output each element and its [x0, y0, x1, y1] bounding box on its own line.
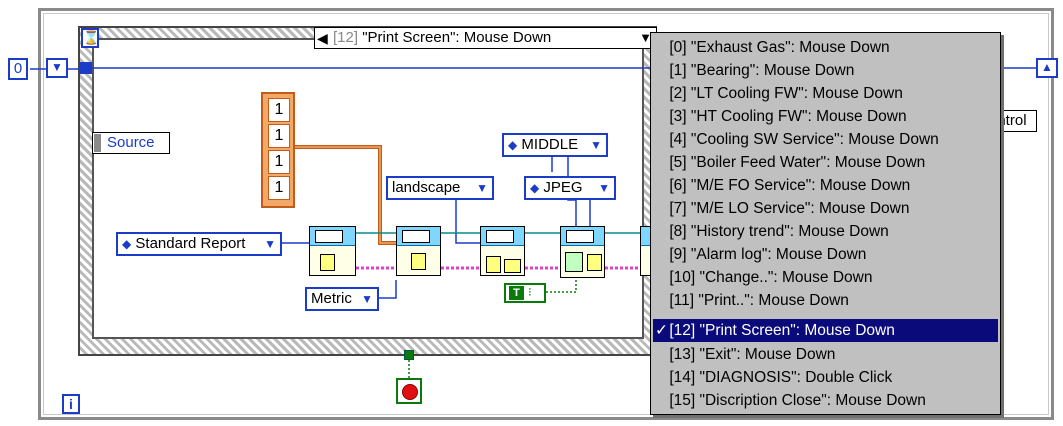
shift-register-left-icon[interactable]: ▼ — [46, 58, 68, 78]
menu-item[interactable]: [3] "HT Cooling FW": Mouse Down — [653, 105, 998, 128]
updown-icon: ◆ — [122, 237, 132, 251]
units-value: Metric — [311, 290, 352, 307]
menu-item[interactable]: [2] "LT Cooling FW": Mouse Down — [653, 82, 998, 105]
updown-icon: ◆ — [530, 181, 540, 195]
event-tunnel-left — [80, 62, 92, 74]
source-label: Source — [107, 134, 155, 151]
subvi-body — [481, 246, 524, 275]
shift-register-right-icon[interactable]: ▲ — [1036, 58, 1058, 78]
image-icon — [565, 252, 583, 272]
menu-item[interactable]: [13] "Exit": Mouse Down — [653, 343, 998, 366]
chevron-down-icon[interactable]: ▼ — [361, 289, 373, 309]
prev-case-arrow-icon[interactable]: ◀ — [317, 28, 328, 48]
report-type-value: Standard Report — [135, 235, 246, 252]
boolean-wire — [408, 280, 577, 378]
menu-item[interactable]: [7] "M/E LO Service": Mouse Down — [653, 197, 998, 220]
subvi-banner — [481, 227, 524, 246]
report-new-subvi-icon[interactable] — [309, 226, 356, 276]
menu-item[interactable]: [9] "Alarm log": Mouse Down — [653, 243, 998, 266]
landscape-doc-icon — [504, 259, 521, 273]
timeout-hourglass-icon[interactable]: ⌛ — [81, 28, 99, 48]
menu-item[interactable]: [6] "M/E FO Service": Mouse Down — [653, 174, 998, 197]
event-case-selector[interactable]: ◀ [12] "Print Screen": Mouse Down ▼ — [314, 27, 657, 49]
menu-item[interactable]: [11] "Print..": Mouse Down — [653, 289, 998, 312]
selector-index: [12] — [333, 29, 359, 46]
report-orientation-subvi-icon[interactable] — [480, 226, 525, 276]
image-format-enum[interactable]: ◆ JPEG ▼ — [524, 176, 616, 200]
boolean-t-label: T — [509, 286, 524, 300]
menu-item[interactable]: [8] "History trend": Mouse Down — [653, 220, 998, 243]
loop-condition-tunnel — [404, 350, 414, 360]
array-element[interactable]: 1 — [268, 176, 290, 200]
menu-item[interactable]: [10] "Change..": Mouse Down — [653, 266, 998, 289]
menu-item[interactable]: [0] "Exhaust Gas": Mouse Down — [653, 36, 998, 59]
stop-condition-icon[interactable] — [396, 378, 422, 404]
document-icon — [486, 256, 501, 273]
array-element[interactable]: 1 — [268, 124, 290, 148]
subvi-body — [397, 246, 440, 275]
chevron-down-icon[interactable]: ▼ — [590, 135, 602, 155]
chevron-down-icon[interactable]: ▼ — [598, 178, 610, 198]
subvi-banner — [397, 227, 440, 246]
subvi-body — [310, 246, 355, 275]
units-enum[interactable]: Metric ▼ — [305, 287, 379, 311]
subvi-banner — [310, 227, 355, 246]
orientation-value: landscape — [392, 179, 461, 196]
report-type-enum[interactable]: ◆ Standard Report ▼ — [116, 232, 282, 256]
event-data-node-source[interactable]: Source — [92, 132, 170, 154]
alignment-value: MIDDLE — [521, 136, 579, 153]
alignment-enum[interactable]: ◆ MIDDLE ▼ — [502, 133, 608, 157]
menu-item[interactable]: [5] "Boiler Feed Water": Mouse Down — [653, 151, 998, 174]
append-image-subvi-icon[interactable] — [560, 226, 605, 278]
selector-label: "Print Screen": Mouse Down — [362, 29, 552, 46]
array-element[interactable]: 1 — [268, 150, 290, 174]
event-case-menu[interactable]: [0] "Exhaust Gas": Mouse Down [1] "Beari… — [650, 32, 1001, 415]
image-format-value: JPEG — [543, 179, 583, 196]
iteration-terminal[interactable]: i — [62, 394, 80, 414]
array-element[interactable]: 1 — [268, 98, 290, 122]
document-icon — [320, 254, 335, 271]
menu-item[interactable]: [4] "Cooling SW Service": Mouse Down — [653, 128, 998, 151]
chevron-down-icon[interactable]: ▼ — [264, 234, 276, 254]
report-margins-subvi-icon[interactable] — [396, 226, 441, 276]
menu-item[interactable]: [15] "Discription Close": Mouse Down — [653, 389, 998, 412]
boolean-toggle-icon: ⁝ — [528, 285, 532, 299]
updown-icon: ◆ — [508, 138, 518, 152]
chevron-down-icon[interactable]: ▼ — [476, 178, 488, 198]
loop-count-constant[interactable]: 0 — [8, 58, 28, 80]
document-icon — [587, 254, 602, 271]
menu-item[interactable]: [14] "DIAGNOSIS": Double Click — [653, 366, 998, 389]
menu-item-selected[interactable]: ✓ [12] "Print Screen": Mouse Down — [653, 319, 998, 342]
check-icon: ✓ — [655, 322, 668, 339]
orientation-enum[interactable]: landscape ▼ — [386, 176, 494, 200]
document-icon — [411, 253, 426, 270]
event-data-node-bar — [94, 134, 101, 152]
boolean-true-constant[interactable]: T ⁝ — [504, 283, 546, 303]
array-constant[interactable]: 1 1 1 1 — [261, 92, 295, 208]
menu-item[interactable]: [1] "Bearing": Mouse Down — [653, 59, 998, 82]
subvi-banner — [561, 227, 604, 246]
subvi-body — [561, 246, 604, 277]
